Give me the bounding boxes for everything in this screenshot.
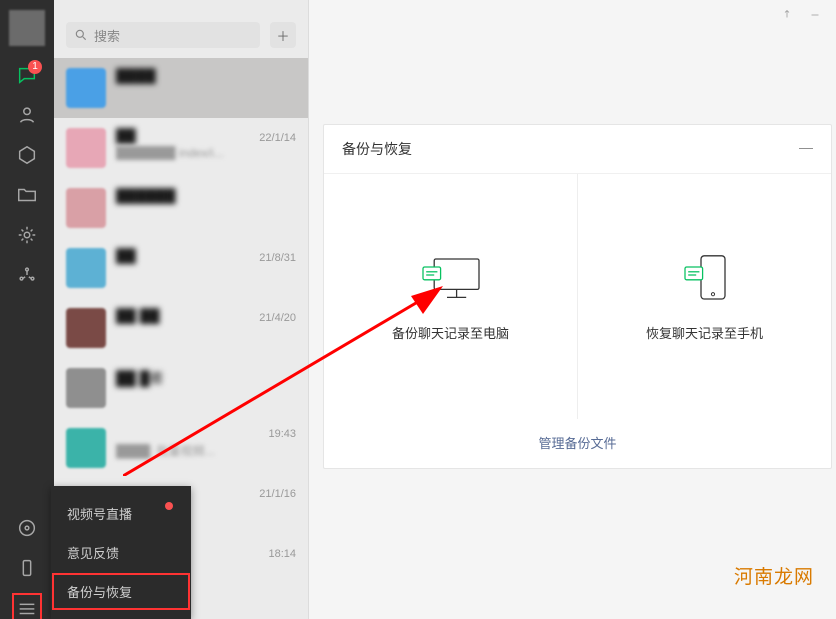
search-input[interactable]: 搜索 [66,22,260,48]
chat-item[interactable]: ████ [54,58,308,118]
chat-name: ██ [116,248,136,264]
chat-name: ██ █者 [116,368,164,388]
chat-time: 21/1/16 [259,488,296,500]
chat-avatar [66,128,106,168]
chat-time: 21/4/20 [259,312,296,324]
chat-name: ██ ██ [116,308,160,324]
popup-item[interactable]: 视频号直播 [51,494,191,533]
search-icon [74,28,88,42]
monitor-icon [415,251,487,307]
moments-icon[interactable] [16,224,38,246]
chat-preview: ███████ index/i... [116,146,296,160]
favorites-icon[interactable] [16,144,38,166]
chat-icon[interactable]: 1 [16,64,38,86]
chat-badge: 1 [28,60,42,74]
mini-program-icon[interactable] [16,264,38,286]
backup-label: 备份聊天记录至电脑 [392,323,509,342]
contacts-icon[interactable] [16,104,38,126]
notification-dot [165,502,173,510]
chat-item[interactable]: ██ 21/8/31 [54,238,308,298]
chat-name: ██████ [116,188,176,204]
chat-item[interactable]: ██ 22/1/14 ███████ index/i... [54,118,308,178]
chat-time: 21/8/31 [259,252,296,264]
user-avatar[interactable] [9,10,45,46]
chat-avatar [66,188,106,228]
watermark: 河南龙网 [734,562,814,589]
main-panel: 备份与恢复 — 备份聊天记录至电脑 [309,0,836,619]
restore-to-phone-option[interactable]: 恢复聊天记录至手机 [577,174,831,419]
dialog-minimize-icon[interactable]: — [799,139,813,159]
popup-item[interactable]: 备份与恢复 [51,572,191,611]
restore-label: 恢复聊天记录至手机 [646,323,763,342]
phone-restore-icon [669,251,741,307]
chat-avatar [66,248,106,288]
chat-item[interactable]: 19:43 ████: 批量视频... [54,418,308,478]
settings-popup: 视频号直播意见反馈备份与恢复 [51,486,191,619]
nav-rail: 1 [0,0,54,619]
chat-avatar [66,68,106,108]
popup-item[interactable]: 意见反馈 [51,533,191,572]
dialog-title: 备份与恢复 [342,139,412,159]
chat-time: 19:43 [268,428,296,440]
chat-name: ████ [116,68,156,84]
chat-name: ██ [116,128,136,144]
chat-avatar [66,428,106,468]
settings-icon[interactable] [16,597,38,619]
chat-avatar [66,308,106,348]
chat-item[interactable]: ██ █者 [54,358,308,418]
backup-restore-dialog: 备份与恢复 — 备份聊天记录至电脑 [323,124,832,469]
chat-avatar [66,368,106,408]
add-button[interactable]: ＋ [270,22,296,48]
chat-time: 22/1/14 [259,132,296,144]
search-placeholder: 搜索 [94,26,120,45]
music-icon[interactable] [16,517,38,539]
pin-icon[interactable] [780,8,794,22]
phone-icon[interactable] [16,557,38,579]
files-icon[interactable] [16,184,38,206]
minimize-icon[interactable] [808,8,822,22]
chat-item[interactable]: ██ ██ 21/4/20 [54,298,308,358]
chat-item[interactable]: ██████ [54,178,308,238]
chat-preview: ████: 批量视频... [116,442,296,459]
manage-backups-link[interactable]: 管理备份文件 [538,436,616,451]
chat-time: 18:14 [268,548,296,560]
backup-to-pc-option[interactable]: 备份聊天记录至电脑 [324,174,577,419]
